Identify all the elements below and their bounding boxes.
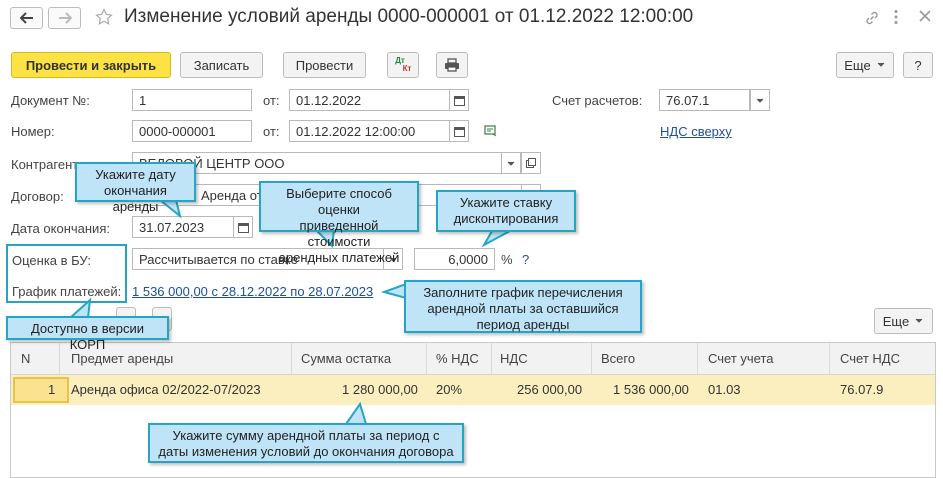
callout-end-date: Укажите дату окончания аренды <box>75 162 196 214</box>
callout-sum: Укажите сумму арендной платы за период с… <box>148 423 464 463</box>
callout-valuation: Выберите способ оценки приведенной стоим… <box>259 181 419 265</box>
callout-pointers <box>67 199 511 425</box>
callout-schedule: Заполните график перечисления арендной п… <box>404 280 642 333</box>
callout-korp: Доступно в версии КОРП <box>6 316 169 352</box>
callout-rate: Укажите ставку дисконтирования <box>436 190 576 232</box>
